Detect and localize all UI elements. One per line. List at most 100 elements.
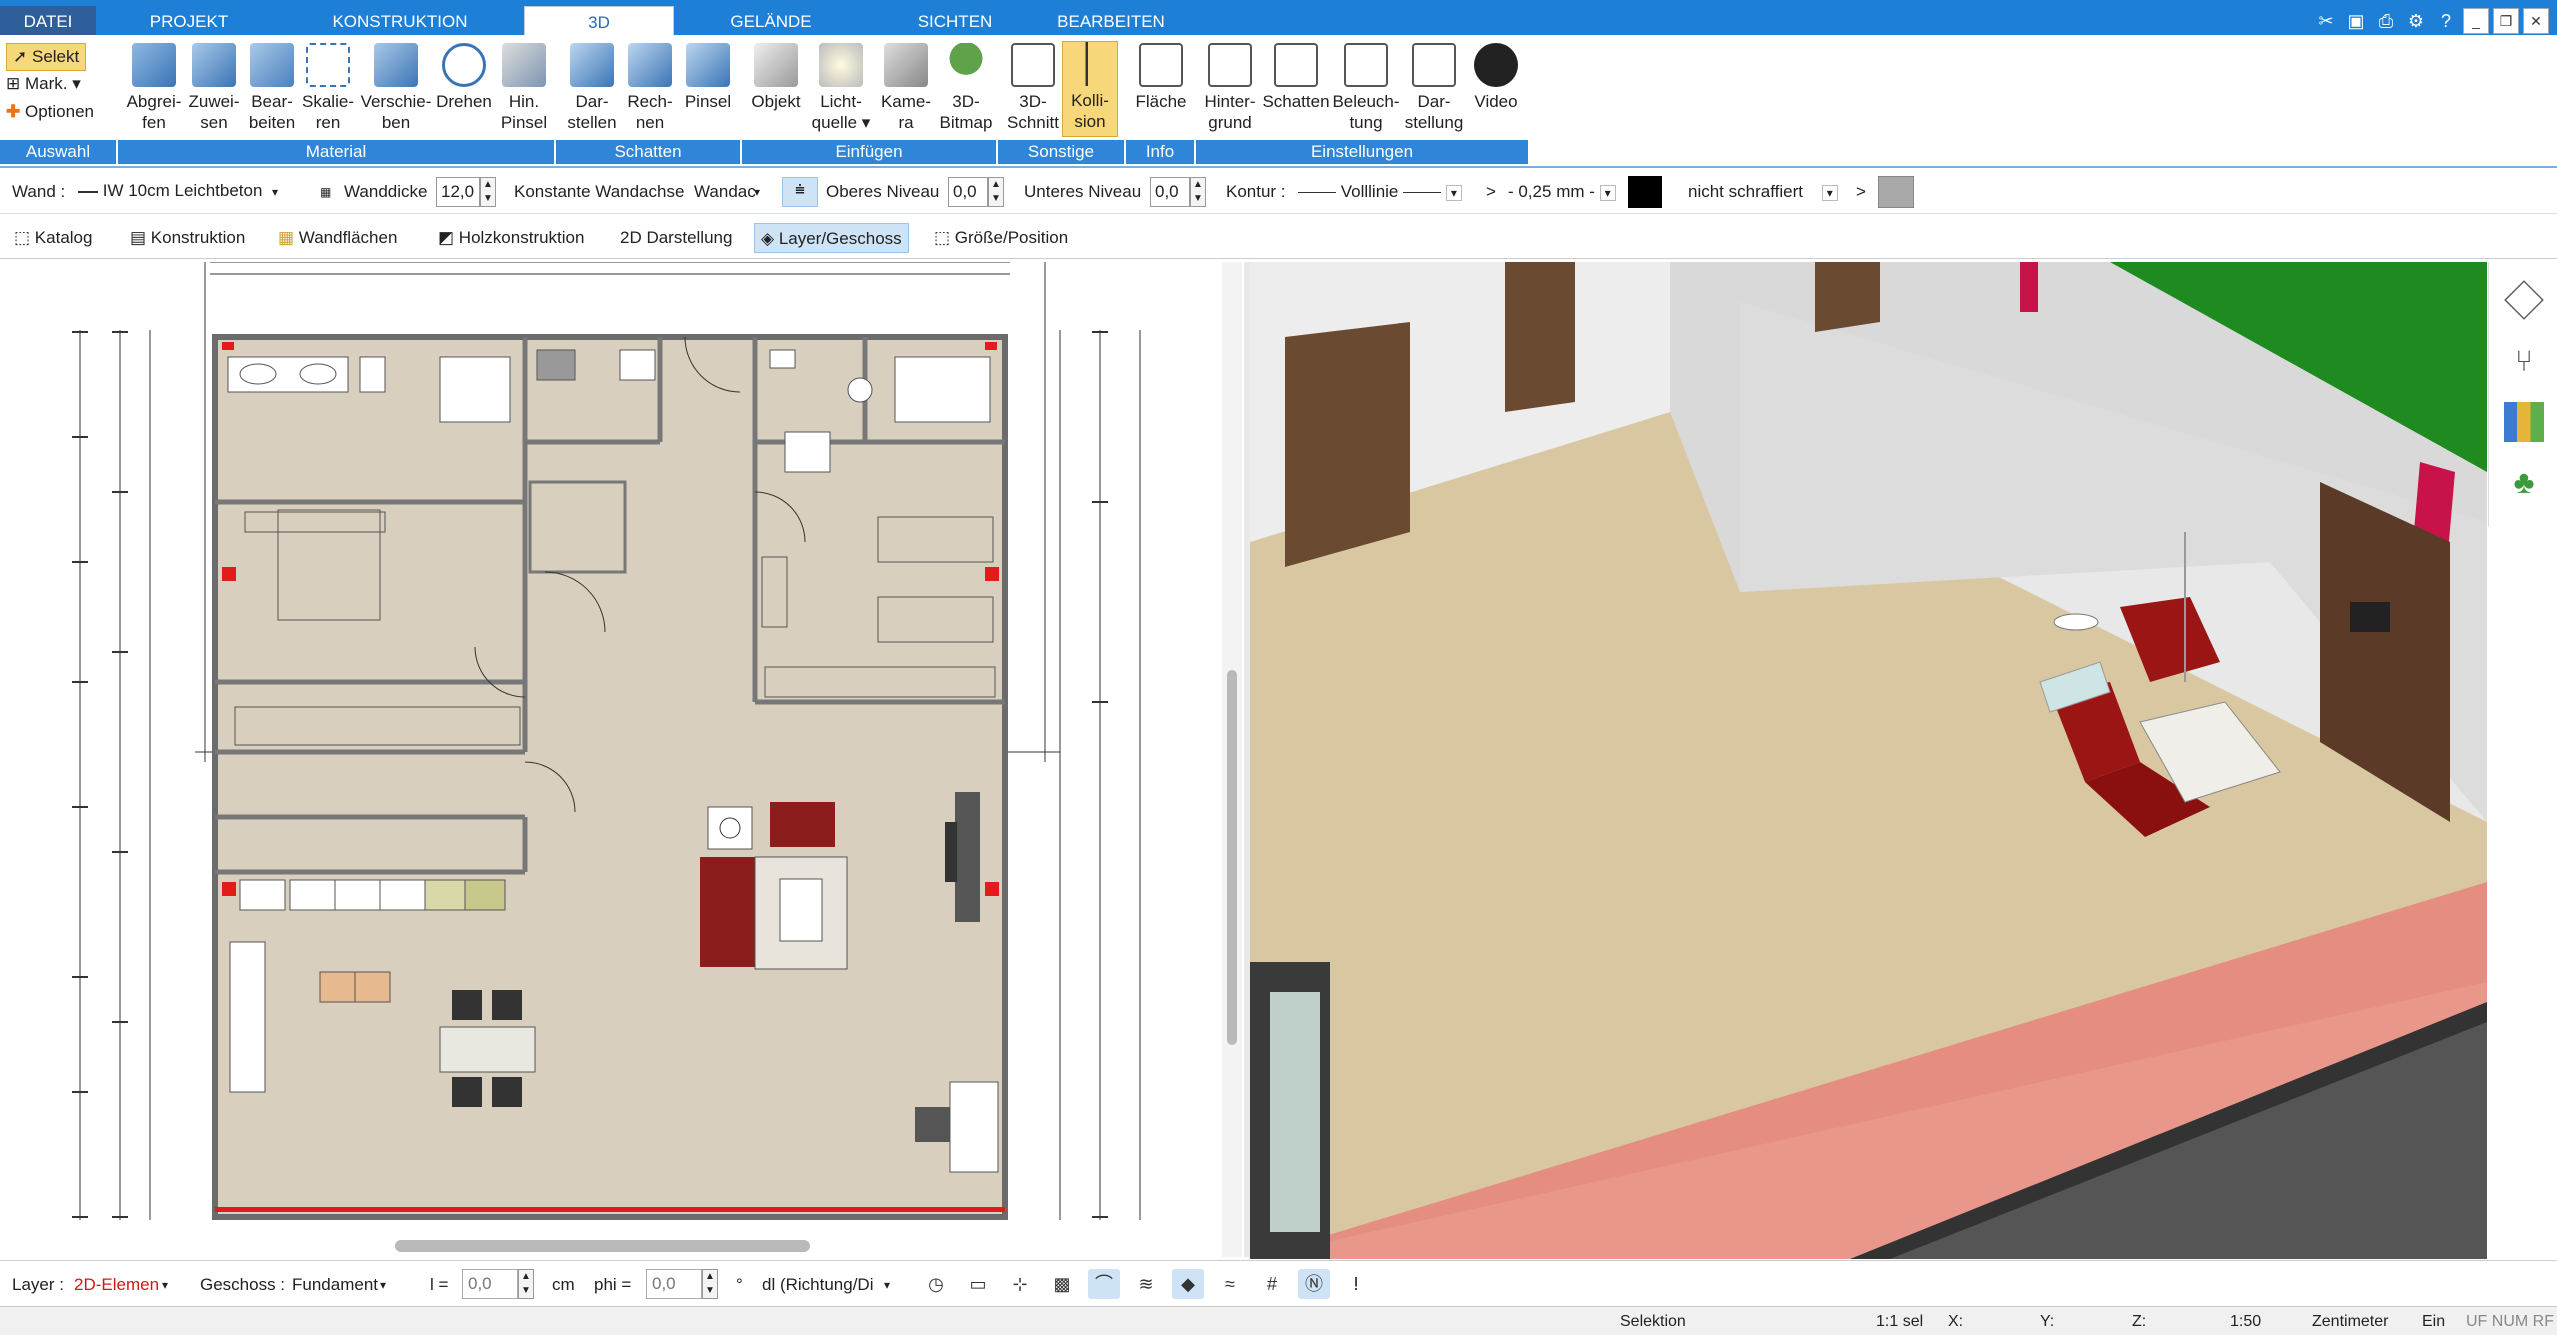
snap-line-icon[interactable]: ⌒ [1088,1269,1120,1299]
shadow-compute-button[interactable]: Rech-nen [620,43,680,133]
chevron-down-icon[interactable]: ▾ [272,180,278,204]
rotate-button[interactable]: Drehen [432,43,496,112]
tab-gelaende[interactable]: GELÄNDE [700,6,842,38]
collision-icon [1068,42,1112,86]
wall-type-select[interactable]: IW 10cm Leichtbeton [74,177,296,207]
chair-icon[interactable]: ⑂ [2504,342,2544,382]
shadow-brush-button[interactable]: Pinsel [678,43,738,112]
wall-thickness-input[interactable]: 12,0 [436,177,480,207]
tree-icon[interactable]: ♣ [2504,462,2544,502]
monitor-icon[interactable]: ▭ [962,1269,994,1299]
length-input[interactable]: 0,0 [462,1269,518,1299]
tab-projekt[interactable]: PROJEKT [118,6,260,38]
print-icon[interactable]: ⎙ [2373,8,2399,34]
move-button[interactable]: Verschie-ben [356,43,436,133]
floor-select[interactable]: Fundament [292,1273,378,1297]
2d-display-button[interactable]: 2D Darstellung [614,223,738,253]
next-arrow-1[interactable]: > [1486,180,1496,204]
camera-button[interactable]: Kame-ra [876,43,936,133]
background-button[interactable]: Hinter-grund [1198,43,1262,133]
status-mode: Selektion [1620,1313,1686,1330]
line-width-select[interactable]: - 0,25 mm - ▾ [1508,180,1616,205]
timber-construction-button[interactable]: ◩ Holzkonstruktion [432,223,590,253]
floor-plan-view[interactable] [0,262,1220,1257]
info-icon[interactable]: ⵑ [1340,1269,1372,1299]
chevron-down-icon: ▾ [72,74,81,93]
brush-button[interactable]: Hin. Pinsel [496,43,552,133]
restore-button[interactable]: ❐ [2493,8,2519,34]
chevron-down-icon[interactable]: ▾ [162,1273,168,1297]
line-style-select[interactable]: Volllinie ▾ [1298,180,1462,205]
plane-icon[interactable]: ◆ [1172,1269,1204,1299]
lower-level-spinner[interactable]: ▲ ▼ [1190,177,1206,207]
wave-icon[interactable]: ≈ [1214,1269,1246,1299]
options-button[interactable]: ✚ Optionen [6,99,94,125]
tab-bearbeiten[interactable]: BEARBEITEN [1040,6,1182,38]
dimension-icon[interactable]: ⊹ [1004,1269,1036,1299]
chevron-down-icon[interactable]: ▾ [884,1273,890,1297]
hatch-select[interactable]: nicht schraffiert ▾ [1688,180,1838,205]
section-button[interactable]: 3D- Schnitt [1002,43,1064,133]
palette-icon[interactable] [2504,402,2544,442]
layer-floor-button[interactable]: ◈ Layer/Geschoss [754,223,909,253]
tools-icon[interactable]: ✂ [2313,8,2339,34]
chevron-down-icon[interactable]: ▾ [380,1273,386,1297]
folder-icon[interactable]: ▣ [2343,8,2369,34]
plan-horizontal-scroll-thumb[interactable] [395,1240,810,1252]
select-button[interactable]: ➚ Selekt [6,43,87,71]
light-source-button[interactable]: Licht-quelle ▾ [808,43,874,133]
display-button[interactable]: Dar-stellung [1400,43,1468,133]
line-color-swatch[interactable] [1628,176,1662,208]
angle-input[interactable]: 0,0 [646,1269,702,1299]
clock-icon[interactable]: ◷ [920,1269,952,1299]
tab-3d[interactable]: 3D [524,6,674,38]
layer-stack-icon[interactable]: ▩ [1046,1269,1078,1299]
assign-button[interactable]: Zuwei-sen [184,43,244,133]
tab-file[interactable]: DATEI [0,6,96,38]
group-sonstige: Sonstige [998,140,1126,164]
bitmap-button[interactable]: 3D- Bitmap [934,43,998,133]
scale-button[interactable]: Skalie-ren [298,43,358,133]
next-arrow-2[interactable]: > [1856,180,1866,204]
assign-icon [192,43,236,87]
wall-axis-select[interactable]: Wandac [694,180,756,204]
tab-sichten[interactable]: SICHTEN [880,6,1030,38]
construction-button[interactable]: ▤ Konstruktion [124,223,251,253]
snap-wall-icon[interactable]: ≋ [1130,1269,1162,1299]
help-icon[interactable]: ? [2433,8,2459,34]
tab-konstruktion[interactable]: KONSTRUKTION [300,6,500,38]
layer-label: Layer : [12,1275,64,1294]
minimize-button[interactable]: _ [2463,8,2489,34]
grid-icon[interactable]: # [1256,1269,1288,1299]
wall-surfaces-button[interactable]: ▦ Wandflächen [272,223,403,253]
length-spinner[interactable]: ▲ ▼ [518,1269,534,1299]
object-button[interactable]: Objekt [746,43,806,112]
lower-level-input[interactable]: 0,0 [1150,177,1190,207]
chevron-down-icon[interactable]: ▾ [754,180,760,204]
upper-level-input[interactable]: 0,0 [948,177,988,207]
video-button[interactable]: Video [1468,43,1524,112]
plan-vertical-scroll-thumb[interactable] [1227,670,1237,1045]
settings-icon[interactable]: ⚙ [2403,8,2429,34]
wall-thickness-spinner[interactable]: ▲ ▼ [480,177,496,207]
angle-spinner[interactable]: ▲ ▼ [702,1269,718,1299]
layer-select[interactable]: 2D-Elemen [74,1273,159,1297]
fill-color-swatch[interactable] [1878,176,1914,208]
lighting-button[interactable]: Beleuch-tung [1330,43,1402,133]
collision-button[interactable]: Kolli-sion [1062,41,1118,137]
north-icon[interactable]: Ⓝ [1298,1269,1330,1299]
mark-button[interactable]: ⊞ Mark. ▾ [6,71,81,97]
close-button[interactable]: ✕ [2523,8,2549,34]
3d-view[interactable] [1250,262,2487,1259]
level-icon[interactable]: ⩧ [782,177,818,207]
size-position-button[interactable]: ⬚ Größe/Position [928,223,1074,253]
catalog-button[interactable]: ⬚ Katalog [8,223,98,253]
direction-select[interactable]: dl (Richtung/Di [762,1273,874,1297]
layers-icon[interactable] [2504,280,2544,320]
shadow-show-button[interactable]: Dar-stellen [562,43,622,133]
area-button[interactable]: Fläche [1130,43,1192,112]
shadow-button[interactable]: Schatten [1260,43,1332,112]
edit-button[interactable]: Bear-beiten [242,43,302,133]
upper-level-spinner[interactable]: ▲ ▼ [988,177,1004,207]
pick-button[interactable]: Abgrei-fen [124,43,184,133]
